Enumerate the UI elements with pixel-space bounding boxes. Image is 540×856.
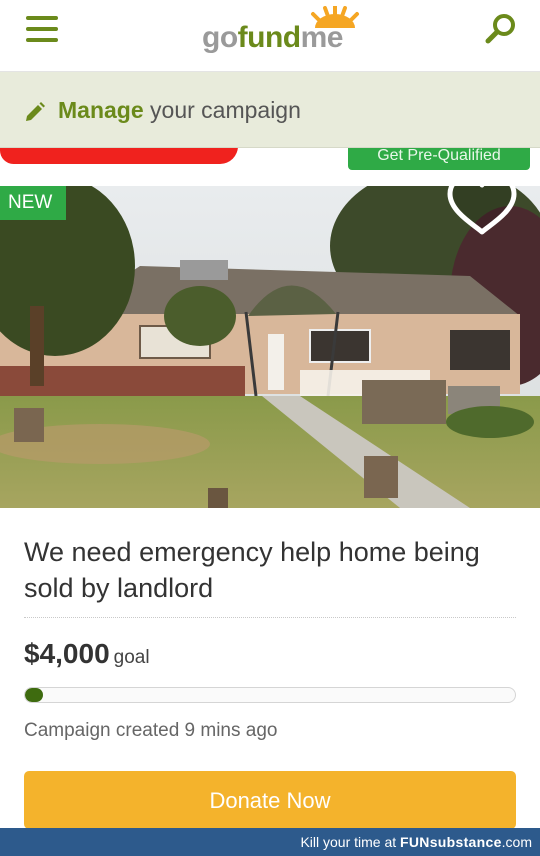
top-bar: gofundme: [0, 0, 540, 72]
watermark-text: Kill your time at FUNsubstance.com: [300, 833, 532, 851]
heart-icon[interactable]: [446, 186, 518, 238]
gofundme-logo[interactable]: gofundme: [202, 6, 359, 58]
donate-now-button[interactable]: Donate Now: [24, 771, 516, 829]
goal-progress-bar: [24, 687, 516, 703]
title-divider: [24, 617, 516, 618]
manage-bold: Manage: [58, 97, 144, 123]
ad-prequalified-button[interactable]: Get Pre-Qualified: [348, 148, 530, 170]
logo-go: go: [202, 21, 238, 54]
watermark-brand: FUNsubstance: [400, 834, 502, 850]
ad-red-shape: [0, 148, 238, 164]
search-icon[interactable]: [484, 12, 518, 46]
pencil-icon: [26, 102, 45, 121]
new-badge: NEW: [0, 186, 66, 220]
ad-banner[interactable]: Get Pre-Qualified: [0, 148, 540, 186]
sun-icon: [311, 6, 359, 28]
hamburger-icon[interactable]: [26, 16, 58, 42]
manage-rest: your campaign: [143, 97, 301, 123]
manage-campaign-bar[interactable]: Manage your campaign: [0, 72, 540, 148]
goal-amount: $4,000: [24, 638, 110, 669]
goal-label: goal: [113, 647, 150, 668]
watermark-suffix: .com: [501, 834, 532, 850]
goal-summary: $4,000 goal: [24, 638, 150, 676]
watermark-prefix: Kill your time at: [300, 834, 401, 850]
campaign-created-text: Campaign created 9 mins ago: [24, 720, 278, 741]
campaign-title: We need emergency help home being sold b…: [24, 537, 480, 603]
watermark-footer: Kill your time at FUNsubstance.com: [0, 828, 540, 856]
logo-fund: fund: [237, 21, 301, 54]
campaign-photo[interactable]: NEW: [0, 186, 540, 508]
manage-campaign-link[interactable]: Manage your campaign: [58, 96, 301, 124]
goal-progress-fill: [25, 688, 43, 702]
